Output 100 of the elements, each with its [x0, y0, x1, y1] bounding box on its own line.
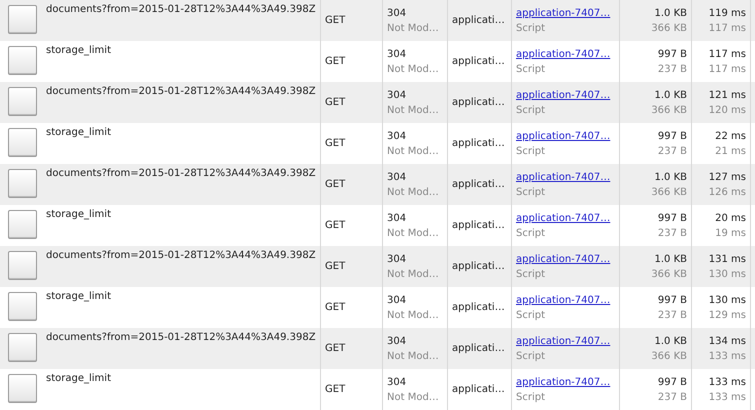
- time-text: 127 ms: [708, 172, 746, 182]
- latency-text: 19 ms: [715, 228, 746, 238]
- size-text: 997 B: [658, 48, 687, 60]
- request-name: storage_limit: [46, 45, 111, 56]
- content-size: 366 KB: [651, 350, 687, 362]
- time-text: 117 ms: [708, 48, 746, 60]
- type-text: applicati…: [452, 343, 506, 354]
- request-row[interactable]: documents?from=2015-01-28T12%3A44%3A49.398Z GET 304 Not Mod… applicati… application-7407… Script 1.0 KB 366 KB 127 ms 126 ms: [0, 164, 755, 205]
- size-text: 1.0 KB: [654, 336, 687, 346]
- request-row[interactable]: documents?from=2015-01-28T12%3A44%3A49.398Z GET 304 Not Mod… applicati… application-7407… Script 1.0 KB 366 KB 134 ms 133 ms: [0, 328, 755, 369]
- status-code: 304: [387, 254, 408, 264]
- request-name: storage_limit: [46, 209, 111, 220]
- initiator-link[interactable]: application-7407…: [516, 48, 610, 60]
- content-size: 237 B: [658, 392, 687, 402]
- initiator-link[interactable]: application-7407…: [516, 336, 610, 346]
- request-name: documents?from=2015-01-28T12%3A44%3A49.398Z: [46, 332, 316, 343]
- status-text: Not Mod…: [387, 228, 440, 238]
- initiator-link[interactable]: application-7407…: [516, 254, 610, 264]
- initiator-type: Script: [516, 22, 546, 34]
- status-text: Not Mod…: [387, 64, 440, 74]
- initiator-link[interactable]: application-7407…: [516, 8, 610, 18]
- file-icon: [8, 5, 37, 34]
- initiator-link[interactable]: application-7407…: [516, 212, 610, 224]
- request-row[interactable]: documents?from=2015-01-28T12%3A44%3A49.398Z GET 304 Not Mod… applicati… application-7407… Script 1.0 KB 366 KB 119 ms 117 ms: [0, 0, 755, 41]
- initiator-type: Script: [516, 64, 546, 74]
- initiator-type: Script: [516, 186, 546, 198]
- content-size: 237 B: [658, 228, 687, 238]
- request-name: documents?from=2015-01-28T12%3A44%3A49.398Z: [46, 86, 316, 97]
- status-text: Not Mod…: [387, 186, 440, 198]
- request-name: storage_limit: [46, 291, 111, 302]
- initiator-link[interactable]: application-7407…: [516, 294, 610, 306]
- content-size: 237 B: [658, 64, 687, 74]
- status-code: 304: [387, 48, 408, 60]
- latency-text: 126 ms: [708, 186, 746, 198]
- status-code: 304: [387, 130, 408, 142]
- request-name: storage_limit: [46, 373, 111, 384]
- latency-text: 120 ms: [708, 104, 746, 116]
- content-size: 366 KB: [651, 186, 687, 198]
- method-text: GET: [325, 384, 346, 395]
- size-text: 997 B: [658, 130, 687, 142]
- initiator-type: Script: [516, 392, 546, 402]
- latency-text: 21 ms: [715, 146, 746, 156]
- method-text: GET: [325, 261, 346, 272]
- content-size: 366 KB: [651, 268, 687, 280]
- status-code: 304: [387, 8, 408, 18]
- request-name: documents?from=2015-01-28T12%3A44%3A49.398Z: [46, 168, 316, 179]
- initiator-link[interactable]: application-7407…: [516, 90, 610, 100]
- status-text: Not Mod…: [387, 146, 440, 156]
- initiator-type: Script: [516, 146, 546, 156]
- content-size: 366 KB: [651, 22, 687, 34]
- size-text: 1.0 KB: [654, 254, 687, 264]
- method-text: GET: [325, 302, 346, 313]
- request-name: documents?from=2015-01-28T12%3A44%3A49.398Z: [46, 4, 316, 15]
- initiator-link[interactable]: application-7407…: [516, 172, 610, 182]
- file-icon: [8, 169, 37, 198]
- time-text: 121 ms: [708, 90, 746, 100]
- type-text: applicati…: [452, 56, 506, 67]
- time-text: 22 ms: [715, 130, 746, 142]
- time-text: 119 ms: [708, 8, 746, 18]
- request-row[interactable]: documents?from=2015-01-28T12%3A44%3A49.398Z GET 304 Not Mod… applicati… application-7407… Script 1.0 KB 366 KB 131 ms 130 ms: [0, 246, 755, 287]
- status-text: Not Mod…: [387, 268, 440, 280]
- initiator-type: Script: [516, 228, 546, 238]
- status-text: Not Mod…: [387, 104, 440, 116]
- status-code: 304: [387, 90, 408, 100]
- size-text: 997 B: [658, 212, 687, 224]
- size-text: 997 B: [658, 294, 687, 306]
- method-text: GET: [325, 97, 346, 108]
- request-row[interactable]: documents?from=2015-01-28T12%3A44%3A49.398Z GET 304 Not Mod… applicati… application-7407… Script 1.0 KB 366 KB 121 ms 120 ms: [0, 82, 755, 123]
- time-text: 133 ms: [708, 376, 746, 388]
- type-text: applicati…: [452, 302, 506, 313]
- file-icon: [8, 251, 37, 280]
- status-code: 304: [387, 172, 408, 182]
- type-text: applicati…: [452, 261, 506, 272]
- method-text: GET: [325, 138, 346, 149]
- latency-text: 117 ms: [708, 22, 746, 34]
- size-text: 1.0 KB: [654, 8, 687, 18]
- type-text: applicati…: [452, 179, 506, 190]
- method-text: GET: [325, 220, 346, 231]
- content-size: 237 B: [658, 310, 687, 320]
- initiator-type: Script: [516, 104, 546, 116]
- initiator-type: Script: [516, 310, 546, 320]
- type-text: applicati…: [452, 138, 506, 149]
- initiator-link[interactable]: application-7407…: [516, 130, 610, 142]
- file-icon: [8, 87, 37, 116]
- method-text: GET: [325, 343, 346, 354]
- time-text: 134 ms: [708, 336, 746, 346]
- request-name: storage_limit: [46, 127, 111, 138]
- file-icon: [8, 292, 37, 321]
- type-text: applicati…: [452, 97, 506, 108]
- status-text: Not Mod…: [387, 310, 440, 320]
- file-icon: [8, 210, 37, 239]
- size-text: 1.0 KB: [654, 172, 687, 182]
- status-code: 304: [387, 294, 408, 306]
- initiator-link[interactable]: application-7407…: [516, 376, 610, 388]
- type-text: applicati…: [452, 384, 506, 395]
- method-text: GET: [325, 179, 346, 190]
- latency-text: 133 ms: [708, 350, 746, 362]
- file-icon: [8, 128, 37, 157]
- file-icon: [8, 46, 37, 75]
- request-name: documents?from=2015-01-28T12%3A44%3A49.398Z: [46, 250, 316, 261]
